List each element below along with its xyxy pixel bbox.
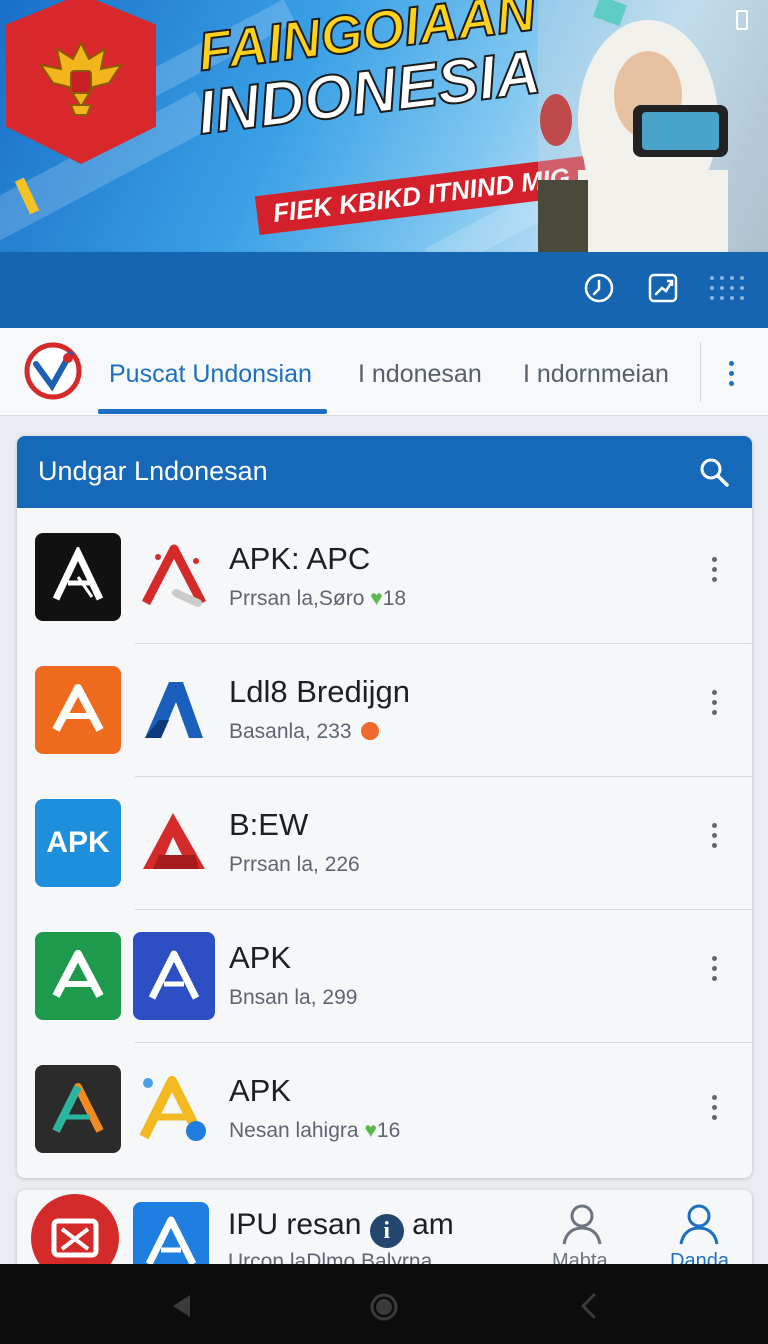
app-icon-dark — [35, 1065, 121, 1153]
item-subtitle: Prrsan la,Søro ♥18 — [229, 587, 406, 611]
tab-indonesan[interactable]: I ndonesan — [358, 360, 482, 389]
item-title: APK: APC — [229, 541, 371, 576]
item-title: APK — [229, 1073, 292, 1108]
edit-icon[interactable] — [647, 272, 679, 304]
heart-icon: ♥ — [364, 1119, 377, 1142]
peek-title-a: IPU resan — [228, 1208, 362, 1241]
item-more-icon[interactable] — [712, 823, 718, 853]
item-subtitle: Prrsan la, 226 — [229, 853, 360, 876]
app-icon-black — [35, 533, 121, 621]
app-icon-orange — [35, 666, 121, 754]
app-icon-yellow-a — [133, 1065, 215, 1153]
nav-mabta-icon[interactable] — [560, 1202, 604, 1246]
list-item[interactable]: APK B:EW Prrsan la, 226 — [17, 777, 752, 910]
apk-icon-label: APK — [46, 826, 110, 859]
angry-face-icon — [361, 722, 380, 740]
list-item[interactable]: APK Nesan lahigra ♥16 — [17, 1043, 752, 1176]
app-icon-apk-blue: APK — [35, 799, 121, 887]
item-more-icon[interactable] — [712, 690, 718, 720]
item-title: B:EW — [229, 807, 309, 842]
item-subtitle-text: Nesan lahigra — [229, 1119, 359, 1142]
banner-headline: FAINGOIAAN INDONESIA — [193, 0, 546, 149]
grid-icon[interactable] — [708, 272, 748, 304]
app-screen: FAINGOIAAN INDONESIA FIEK KBIKD ITNIND M… — [0, 0, 768, 1344]
tab-puscat-undonsian[interactable]: Puscat Undonsian — [109, 360, 312, 389]
item-badge: 18 — [382, 587, 407, 610]
app-icon-red-triangle — [133, 799, 215, 887]
app-icon-green — [35, 932, 121, 1020]
nav-danda-icon[interactable] — [677, 1202, 721, 1246]
hero-banner[interactable]: FAINGOIAAN INDONESIA FIEK KBIKD ITNIND M… — [0, 0, 768, 252]
recents-chevron-icon[interactable] — [578, 1292, 600, 1320]
tab-divider — [700, 342, 701, 402]
list-item[interactable]: Ldl8 Bredijgn Basanla, 233 — [17, 644, 752, 777]
item-more-icon[interactable] — [712, 557, 718, 587]
list-item[interactable]: APK Bnsan la, 299 — [17, 910, 752, 1043]
item-subtitle: Basanla, 233 — [229, 720, 380, 744]
battery-icon — [736, 10, 748, 30]
item-title: Ldl8 Bredijgn — [229, 674, 410, 709]
item-more-icon[interactable] — [712, 956, 718, 986]
list-item[interactable]: APK: APC Prrsan la,Søro ♥18 — [17, 511, 752, 644]
heart-icon: ♥ — [370, 587, 383, 610]
app-logo-icon[interactable] — [22, 340, 84, 402]
item-badge: 16 — [376, 1119, 401, 1142]
item-title: APK — [229, 940, 292, 975]
home-icon[interactable] — [369, 1292, 399, 1322]
peek-title-b: am — [412, 1208, 454, 1241]
clock-icon[interactable] — [583, 272, 615, 304]
system-nav-bar — [0, 1264, 768, 1344]
item-subtitle: Bnsan la, 299 — [229, 986, 358, 1009]
person-photo — [538, 0, 768, 252]
active-tab-indicator — [98, 409, 327, 414]
item-subtitle-text: Prrsan la,Søro — [229, 587, 365, 610]
info-icon: i — [369, 1214, 404, 1248]
app-list-card: Undgar Lndonesan APK: APC Prrsan la,Søro… — [17, 436, 752, 1178]
item-subtitle-text: Basanla, 233 — [229, 720, 352, 743]
app-icon-blue-a — [133, 666, 215, 754]
item-subtitle: Nesan lahigra ♥16 — [229, 1119, 400, 1143]
tab-indornmeian[interactable]: I ndornmeian — [523, 360, 669, 389]
app-icon-red-a — [133, 533, 215, 621]
list-header-title: Undgar Lndonesan — [38, 456, 268, 486]
app-icon-indigo — [133, 932, 215, 1020]
item-more-icon[interactable] — [712, 1095, 718, 1125]
list-header: Undgar Lndonesan — [17, 436, 752, 508]
back-icon[interactable] — [168, 1292, 196, 1320]
more-icon[interactable] — [729, 361, 735, 391]
search-icon[interactable] — [698, 456, 730, 488]
peek-title: IPU resan i am — [228, 1208, 454, 1248]
